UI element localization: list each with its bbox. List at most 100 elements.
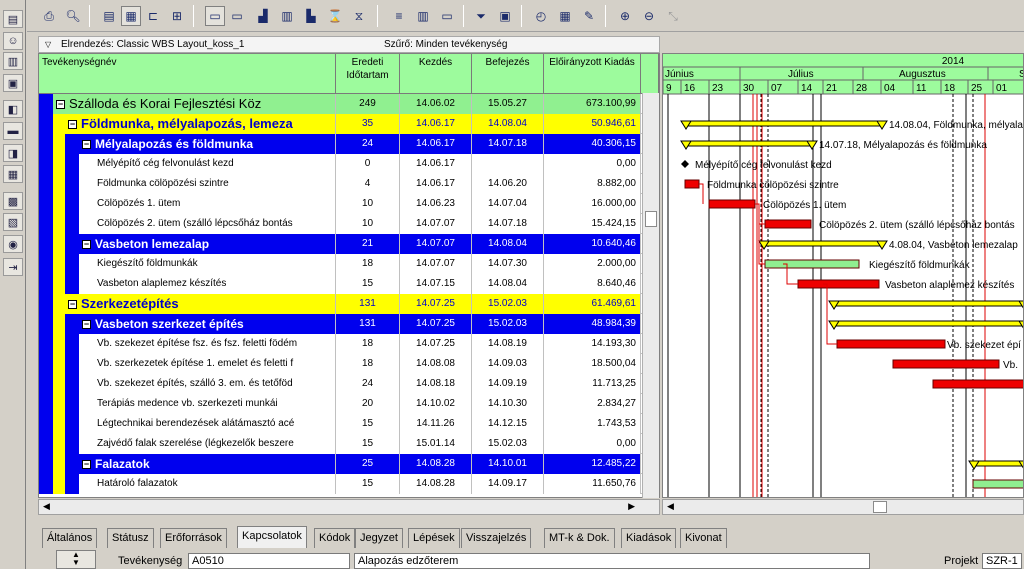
collapse-icon[interactable]: −: [82, 140, 91, 149]
schedule-icon[interactable]: ⌛: [325, 6, 345, 26]
timescale-icon[interactable]: ◴: [531, 6, 551, 26]
tab-3[interactable]: Kapcsolatok: [237, 526, 307, 548]
bars-icon[interactable]: ▭: [437, 6, 457, 26]
collapse-icon[interactable]: −: [68, 120, 77, 129]
tab-5[interactable]: Jegyzet: [355, 528, 403, 548]
assignments-icon[interactable]: ◨: [3, 144, 23, 162]
tracking-icon[interactable]: ▣: [3, 74, 23, 92]
table-vertical-scrollbar[interactable]: [642, 93, 659, 498]
activity-row[interactable]: Terápiás medence vb. szerkezeti munkái 20…: [39, 394, 659, 414]
table-view-icon[interactable]: ▤: [99, 6, 119, 26]
activity-network-icon[interactable]: ⊏: [143, 6, 163, 26]
wbs-row[interactable]: Szálloda és Korai Fejlesztési Köz − 249 14.…: [39, 94, 659, 114]
activity-row[interactable]: Zajvédő falak szerelése (légkezelők besz…: [39, 434, 659, 454]
column-header-cost[interactable]: Előirányzott Kiadás: [544, 54, 641, 94]
layout-label[interactable]: Elrendezés: Classic WBS Layout_koss_1: [61, 39, 244, 50]
bottom-layout-icon[interactable]: ▭: [227, 6, 247, 26]
wbs-icon[interactable]: ◧: [3, 100, 23, 118]
attachments-icon[interactable]: ✎: [579, 6, 599, 26]
collapse-icon[interactable]: −: [82, 460, 91, 469]
tab-9[interactable]: Kiadások: [621, 528, 677, 548]
wbs-row[interactable]: Földmunka, mélyalapozás, lemeza − 35 14.06.…: [39, 114, 659, 134]
collapse-icon[interactable]: −: [56, 100, 65, 109]
wbs-row[interactable]: Vasbeton szerkezet építés − 131 14.07.25 15.…: [39, 314, 659, 334]
gantt-scroll-left-icon[interactable]: ◀: [667, 501, 674, 512]
activity-row[interactable]: Kiegészítő földmunkák 18 14.07.07 14.07.30 2…: [39, 254, 659, 274]
threshold-icon[interactable]: ▩: [3, 192, 23, 210]
wbs-row[interactable]: Szerkezetépítés − 131 14.07.25 15.02.03 61.46…: [39, 294, 659, 314]
bar-label: Cölöpözés 2. ütem (szálló lépcsőház bont…: [819, 220, 1015, 231]
group-sort-icon[interactable]: ≡: [389, 6, 409, 26]
zoom-in-icon[interactable]: ⊕: [615, 6, 635, 26]
activity-row[interactable]: Cölöpözés 1. ütem 10 14.06.23 14.07.04 16.00…: [39, 194, 659, 214]
activity-row[interactable]: Cölöpözés 2. ütem (szálló lépcsőház bont…: [39, 214, 659, 234]
layout-options-icon[interactable]: ▣: [495, 6, 515, 26]
collapse-icon[interactable]: −: [82, 240, 91, 249]
filter-icon[interactable]: ⏷: [471, 6, 491, 26]
project-field[interactable]: SZR-1: [982, 553, 1022, 569]
reports-icon[interactable]: ▥: [3, 52, 23, 70]
activity-id-field[interactable]: A0510: [188, 553, 350, 569]
collapse-icon[interactable]: −: [82, 320, 91, 329]
trace-logic-icon[interactable]: ⊞: [167, 6, 187, 26]
tab-4[interactable]: Kódok: [314, 528, 356, 548]
year-label: 2014: [942, 56, 965, 67]
gantt-scroll-thumb[interactable]: [873, 501, 887, 513]
activity-name: Határoló falazatok: [95, 474, 336, 494]
zoom-out-icon[interactable]: ⊖: [639, 6, 659, 26]
activity-name-field[interactable]: Alapozás edzőterem: [354, 553, 870, 569]
wbs-row[interactable]: Falazatok − 25 14.08.28 14.10.01 12.485,22: [39, 454, 659, 474]
tab-7[interactable]: Visszajelzés: [461, 528, 532, 548]
gantt-horizontal-scrollbar[interactable]: ◀: [662, 499, 1024, 515]
activity-row[interactable]: Határoló falazatok 15 14.08.28 14.09.17 11.6…: [39, 474, 659, 494]
column-header-duration[interactable]: Eredeti Időtartam: [336, 54, 400, 94]
column-header-start[interactable]: Kezdés: [400, 54, 472, 94]
resource-usage-icon[interactable]: ▥: [277, 6, 297, 26]
activity-row[interactable]: Légtechnikai berendezések alátámasztó ac…: [39, 414, 659, 434]
issues-icon[interactable]: ▧: [3, 213, 23, 231]
top-layout-icon[interactable]: ▭: [205, 6, 225, 26]
column-header-finish[interactable]: Befejezés: [472, 54, 544, 94]
histogram-icon[interactable]: ▟: [253, 6, 273, 26]
tab-2[interactable]: Erőforrások: [160, 528, 227, 548]
column-header-name[interactable]: Tevékenységnév: [39, 54, 336, 94]
activity-row[interactable]: Vb. szekezet építése fsz. és fsz. felett…: [39, 334, 659, 354]
activity-row[interactable]: Földmunka cölöpözési szintre 4 14.06.17 14.…: [39, 174, 659, 194]
gantt-view-icon[interactable]: ▦: [121, 6, 141, 26]
activity-row[interactable]: Mélyépítő cég felvonulást kezd 0 14.06.17 0…: [39, 154, 659, 174]
scroll-right-icon[interactable]: ▶: [628, 501, 635, 512]
up-arrow-icon[interactable]: ▲ ▼: [56, 550, 96, 569]
tab-6[interactable]: Lépések: [408, 528, 460, 548]
collapse-icon[interactable]: −: [68, 300, 77, 309]
table-horizontal-scrollbar[interactable]: ◀ ▶: [38, 499, 660, 515]
projects-icon[interactable]: ▤: [3, 10, 23, 28]
resources-icon[interactable]: ☺: [3, 32, 23, 50]
wbs-row[interactable]: Vasbeton lemezalap − 21 14.07.07 14.08.04 10.…: [39, 234, 659, 254]
filter-label[interactable]: Szűrő: Minden tevékenység: [384, 39, 507, 50]
print-icon[interactable]: ⎙: [39, 6, 59, 26]
resource-profile-icon[interactable]: ▙: [301, 6, 321, 26]
cost-cell: 0,00: [544, 154, 641, 174]
duration-cell: 18: [336, 334, 400, 354]
columns-icon[interactable]: ▥: [413, 6, 433, 26]
chevron-down-icon[interactable]: ▽: [45, 40, 51, 49]
tab-1[interactable]: Státusz: [107, 528, 154, 548]
risks-icon[interactable]: ◉: [3, 235, 23, 253]
tab-8[interactable]: MT-k & Dok.: [544, 528, 615, 548]
tab-0[interactable]: Általános: [42, 528, 98, 548]
activity-row[interactable]: Vb. szekezet építés, szálló 3. em. és te…: [39, 374, 659, 394]
level-icon[interactable]: ⧖: [349, 6, 369, 26]
notes-icon[interactable]: ▦: [3, 165, 23, 183]
zoom-fit-icon[interactable]: ⤡: [663, 6, 683, 26]
gantt-canvas: 2014 Június Július Augusztus S 9 16 23 30 07 14 21 2…: [663, 54, 1023, 497]
exit-icon[interactable]: ⇥: [3, 258, 23, 276]
print-preview-icon[interactable]: 🔍︎: [63, 6, 83, 26]
scroll-left-icon[interactable]: ◀: [43, 501, 50, 512]
activity-row[interactable]: Vasbeton alaplemez készítés 15 14.07.15 14.…: [39, 274, 659, 294]
wbs-row[interactable]: Mélyalapozás és földmunka − 24 14.06.17 14.0…: [39, 134, 659, 154]
scroll-thumb[interactable]: [645, 211, 657, 227]
activities-icon[interactable]: ▬: [3, 122, 23, 140]
tab-10[interactable]: Kivonat: [680, 528, 727, 548]
activity-row[interactable]: Vb. szerkezetek építése 1. emelet és fel…: [39, 354, 659, 374]
progress-spotlight-icon[interactable]: ▦: [555, 6, 575, 26]
